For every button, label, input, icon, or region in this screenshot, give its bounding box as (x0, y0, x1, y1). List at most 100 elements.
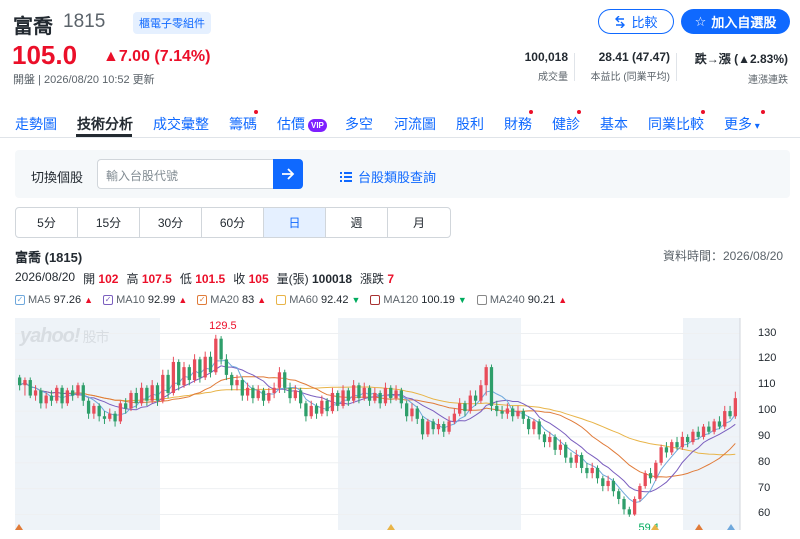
legend-ma10-name: MA10 (116, 294, 145, 306)
candle-body (452, 413, 457, 422)
candle-body (55, 387, 59, 401)
tab-peer[interactable]: 同業比較 (648, 114, 704, 134)
tab-health[interactable]: 健診 (552, 114, 580, 134)
candle-body (102, 416, 107, 419)
candle-body (23, 380, 27, 386)
candle-body (113, 413, 117, 422)
candle-body (595, 467, 600, 479)
stock-code: 1815 (63, 11, 106, 32)
tab-technical[interactable]: 技術分析 (77, 114, 133, 134)
add-watchlist-button[interactable]: ☆ 加入自選股 (681, 9, 790, 34)
candle-body (707, 426, 711, 432)
close-label: 收 (233, 272, 246, 286)
candle-body (298, 390, 303, 404)
legend-ma20[interactable]: ✓ MA20 83 ▲ (197, 294, 266, 306)
candle-body (558, 444, 563, 450)
checkbox-ma10[interactable]: ✓ (103, 295, 114, 305)
candle-body (44, 395, 48, 404)
legend-ma10[interactable]: ✓ MA10 92.99 ▲ (103, 294, 187, 306)
candle-body (81, 385, 85, 401)
legend-ma60[interactable]: MA60 92.42 ▼ (276, 294, 360, 306)
period-5min[interactable]: 5分 (16, 208, 78, 237)
candle-body (680, 436, 684, 448)
tab-more[interactable]: 更多 ▾ (724, 114, 760, 134)
checkbox-ma120[interactable] (370, 295, 381, 305)
candle-body (219, 338, 223, 360)
tab-chips[interactable]: 籌碼 (229, 114, 257, 134)
candle-body (357, 385, 361, 399)
y-tick-label: 60 (758, 507, 771, 520)
chart-title: 富喬 (1815) (15, 250, 83, 265)
candle-body (659, 447, 663, 463)
category-query-link[interactable]: 台股類股查詢 (340, 167, 436, 186)
legend-ma240-name: MA240 (489, 294, 525, 306)
search-submit-button[interactable] (273, 159, 303, 189)
tab-valuation[interactable]: 估價 VIP (277, 114, 327, 134)
candle-body (537, 421, 541, 435)
high-value: 107.5 (141, 272, 172, 286)
legend-ma120[interactable]: MA120 100.19 ▼ (370, 294, 467, 306)
candle-body (436, 424, 441, 430)
stat-streak-value: 跌→漲 (▲2.83%) (680, 50, 788, 67)
candle-body (351, 385, 356, 401)
candle-body (261, 390, 266, 401)
stat-streak: 跌→漲 (▲2.83%) 連漲連跌 (680, 50, 788, 86)
period-selector: 5分 15分 30分 60分 日 週 月 (15, 207, 451, 238)
category-tag[interactable]: 櫃電子零組件 (133, 12, 211, 34)
candle-body (240, 380, 244, 396)
legend-ma120-name: MA120 (383, 294, 419, 306)
checkbox-ma60[interactable] (276, 295, 287, 305)
candle-body (208, 356, 213, 373)
tab-finance[interactable]: 財務 (504, 114, 532, 134)
candle-body (648, 473, 653, 479)
candle-body (495, 405, 499, 412)
checkbox-ma240[interactable] (476, 295, 487, 305)
legend-ma5-name: MA5 (28, 294, 51, 306)
candle-body (479, 385, 483, 401)
candle-body (86, 400, 91, 414)
compare-button[interactable]: 比較 (598, 9, 674, 34)
y-tick-label: 70 (758, 481, 771, 494)
legend-ma120-dir: ▼ (457, 295, 467, 305)
period-month[interactable]: 月 (388, 208, 450, 237)
candle-body (214, 338, 218, 373)
period-15min[interactable]: 15分 (78, 208, 140, 237)
candle-body (155, 385, 160, 401)
period-30min[interactable]: 30分 (140, 208, 202, 237)
open-value: 102 (98, 272, 119, 286)
tab-river[interactable]: 河流圖 (394, 114, 436, 134)
candlestick-chart[interactable]: 129.559.1 (15, 318, 750, 530)
checkbox-ma20[interactable]: ✓ (197, 295, 208, 305)
updown-value: 7 (387, 272, 395, 286)
candle-body (187, 367, 191, 381)
period-day[interactable]: 日 (264, 208, 326, 237)
period-week[interactable]: 週 (326, 208, 388, 237)
tab-trades[interactable]: 成交彙整 (153, 114, 209, 134)
tab-longshort[interactable]: 多空 (345, 114, 373, 134)
tab-basic[interactable]: 基本 (600, 114, 628, 134)
active-tab-underline (76, 134, 132, 137)
tab-dividend[interactable]: 股利 (456, 114, 484, 134)
candle-body (389, 387, 393, 399)
stock-search-input[interactable]: 輸入台股代號 (97, 159, 273, 189)
candle-body (643, 473, 647, 487)
candle-body (664, 447, 669, 453)
candle-body (431, 421, 435, 430)
legend-ma240[interactable]: MA240 90.21 ▲ (476, 294, 567, 306)
candle-body (49, 395, 54, 401)
chevron-down-icon: ▾ (752, 121, 760, 132)
checkbox-ma5[interactable]: ✓ (15, 295, 25, 305)
candle-body (65, 390, 70, 404)
candle-body (691, 431, 695, 443)
price-change: ▲7.00 (7.14%) (103, 48, 211, 65)
period-60min[interactable]: 60分 (202, 208, 264, 237)
candle-body (585, 467, 589, 474)
candle-body (272, 387, 276, 393)
tab-more-dot (761, 110, 765, 114)
legend-ma10-dir: ▲ (178, 295, 188, 305)
candle-body (378, 392, 382, 404)
tab-trend[interactable]: 走勢圖 (15, 114, 57, 134)
candle-body (203, 356, 207, 378)
legend-ma5[interactable]: ✓ MA5 97.26 ▲ (15, 294, 93, 306)
updown-label: 漲跌 (360, 272, 385, 286)
